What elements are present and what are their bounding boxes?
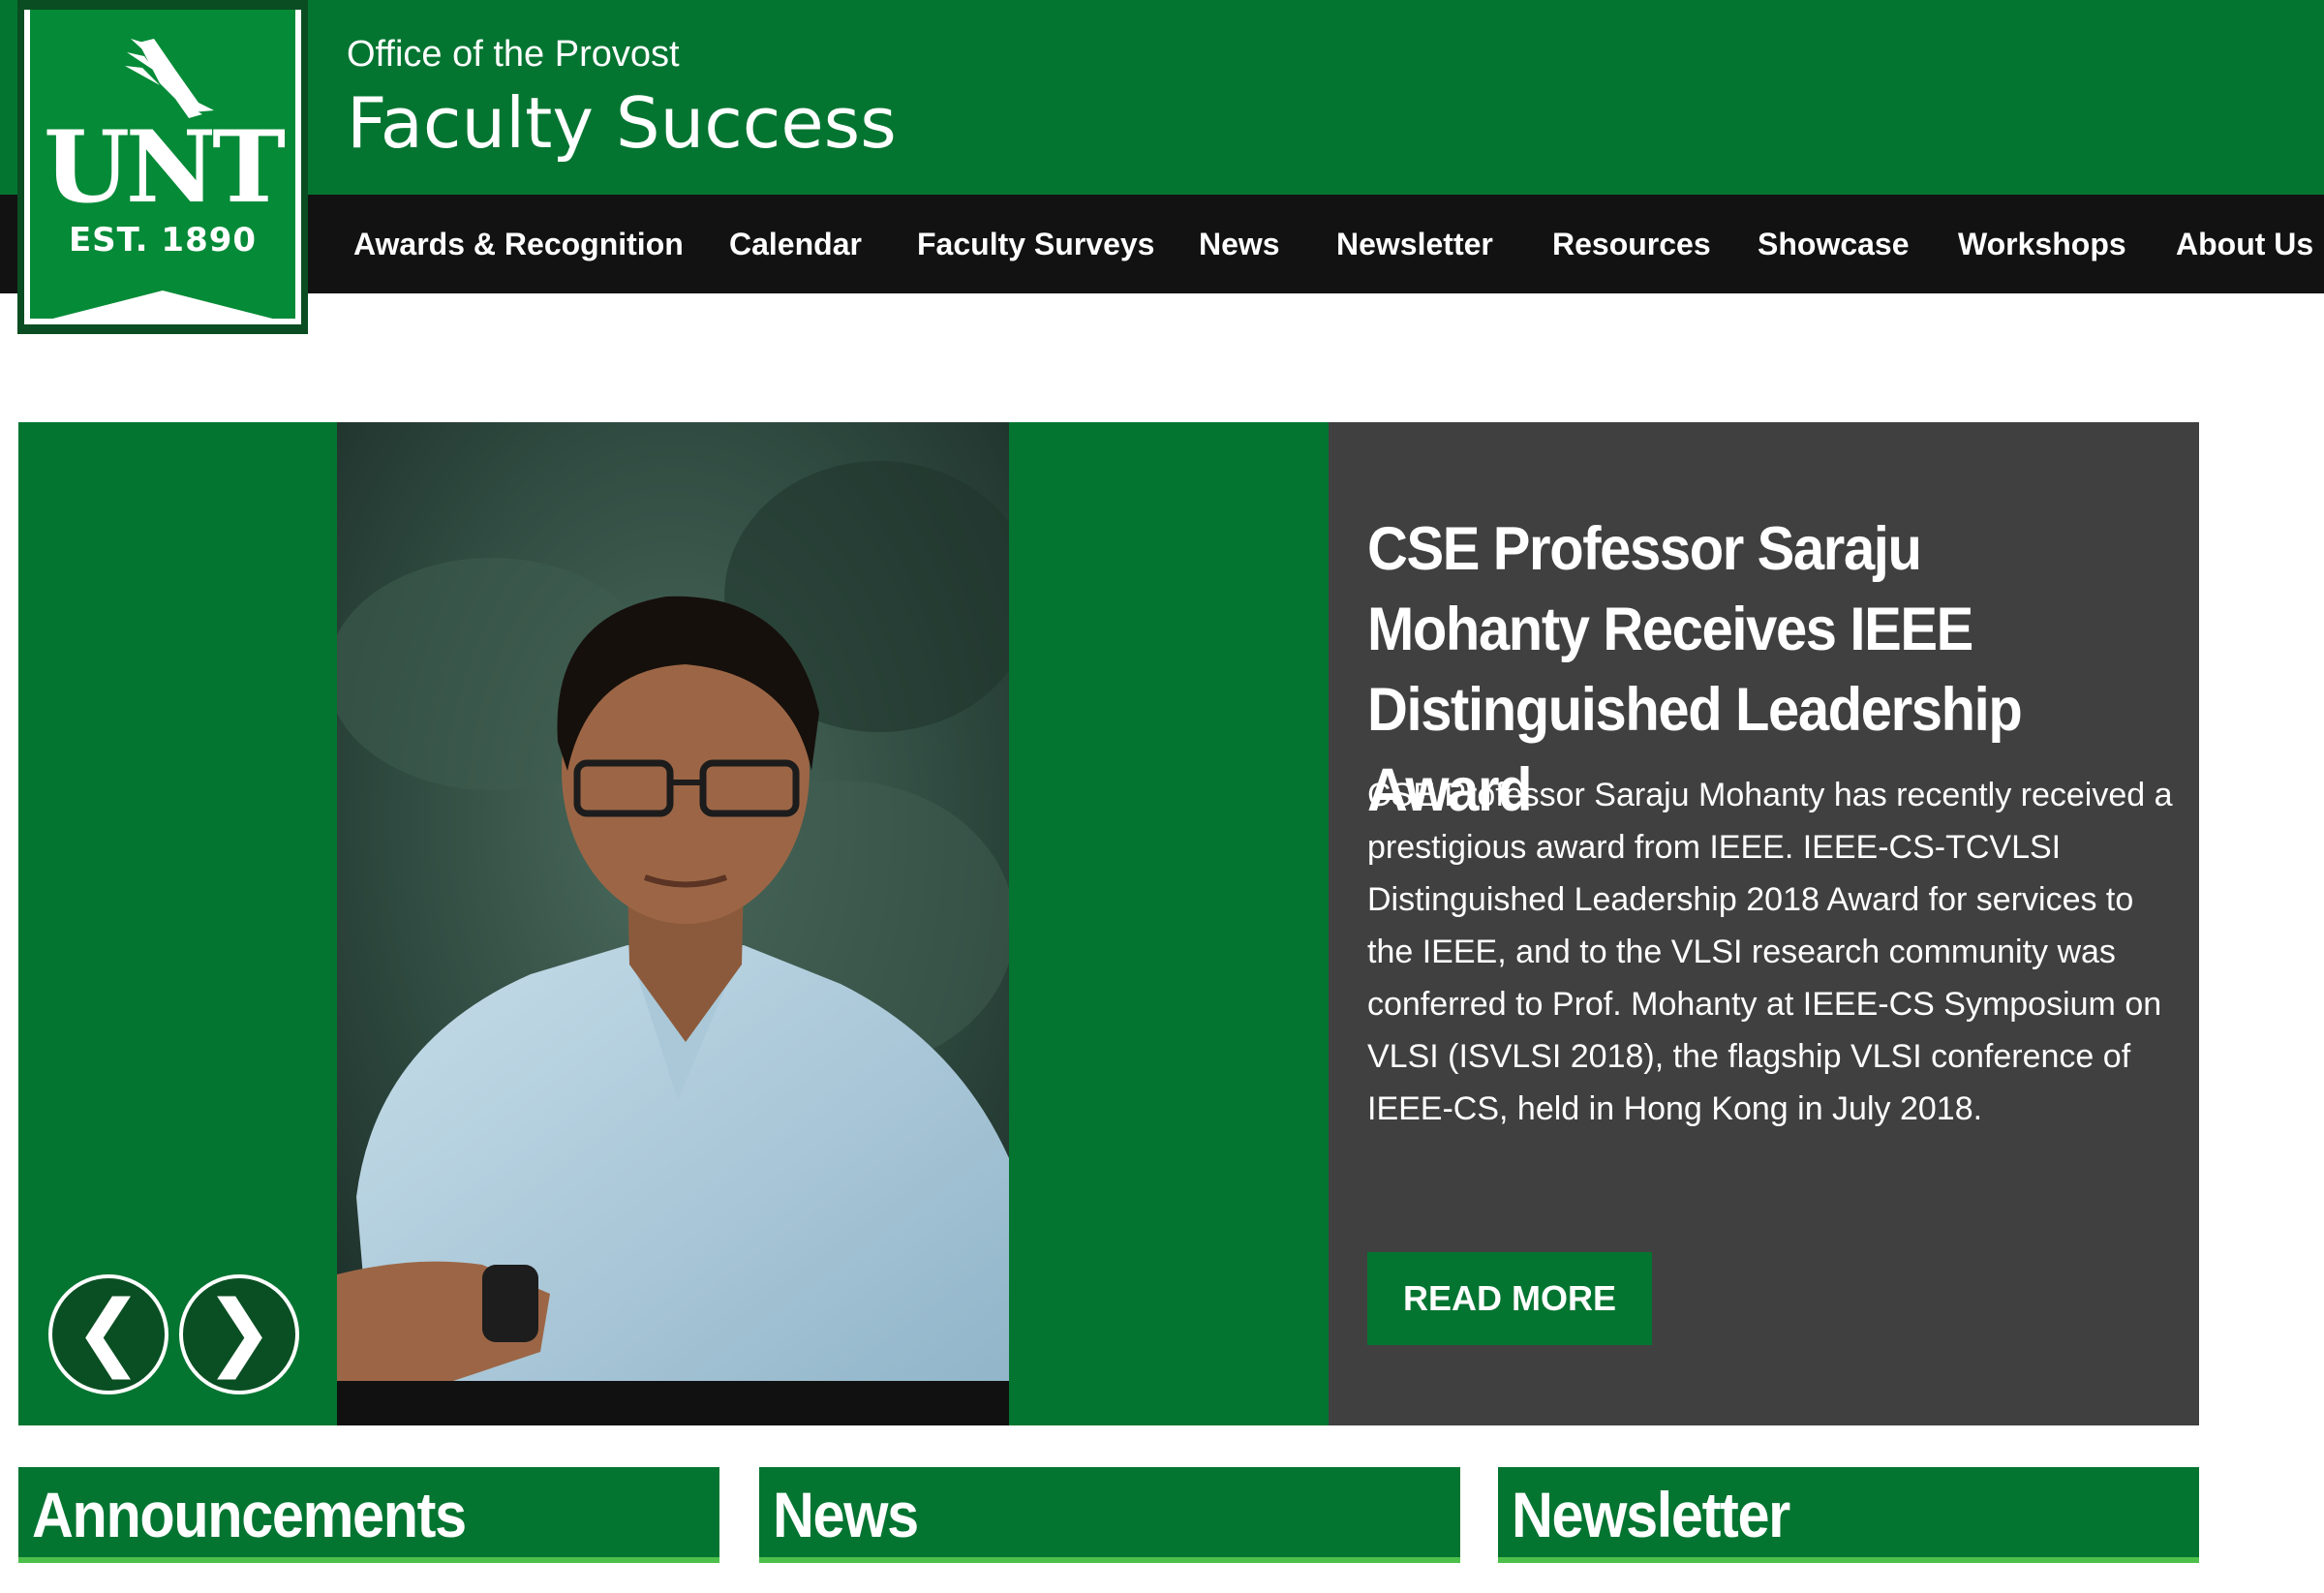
newsletter-section-header[interactable]: Newsletter	[1498, 1467, 2199, 1563]
professor-portrait	[337, 422, 1009, 1425]
nav-item-about-us[interactable]: About Us	[2176, 195, 2313, 293]
office-of-provost[interactable]: Office of the Provost	[347, 34, 680, 76]
unt-logo[interactable]: UNT EST. 1890	[24, 10, 301, 324]
news-title: News	[773, 1479, 919, 1550]
nav-item-faculty-surveys[interactable]: Faculty Surveys	[917, 195, 1154, 293]
chevron-left-icon: ❮	[73, 1283, 144, 1380]
nav-item-awards-recognition[interactable]: Awards & Recognition	[353, 195, 684, 293]
story-body: CSE Professor Saraju Mohanty has recentl…	[1367, 777, 2173, 1127]
nav-item-calendar[interactable]: Calendar	[729, 195, 862, 293]
announcements-title: Announcements	[32, 1479, 467, 1550]
nav-item-showcase[interactable]: Showcase	[1758, 195, 1910, 293]
featured-story: CSE Professor Saraju Mohanty Receives IE…	[1329, 422, 2199, 1425]
nav-item-resources[interactable]: Resources	[1552, 195, 1711, 293]
nav-item-newsletter[interactable]: Newsletter	[1336, 195, 1493, 293]
next-slide-button[interactable]: ❯	[179, 1274, 299, 1394]
previous-slide-button[interactable]: ❮	[48, 1274, 168, 1394]
chevron-right-icon: ❯	[203, 1283, 275, 1380]
news-section-header[interactable]: News	[759, 1467, 1460, 1563]
site-title[interactable]: Faculty Success	[347, 83, 897, 164]
nav-item-workshops[interactable]: Workshops	[1958, 195, 2126, 293]
read-more-button[interactable]: READ MORE	[1367, 1252, 1652, 1345]
logo-banner-notch	[30, 291, 295, 324]
announcements-section-header[interactable]: Announcements	[18, 1467, 719, 1563]
newsletter-title: Newsletter	[1512, 1479, 1790, 1550]
nav-item-news[interactable]: News	[1199, 195, 1280, 293]
